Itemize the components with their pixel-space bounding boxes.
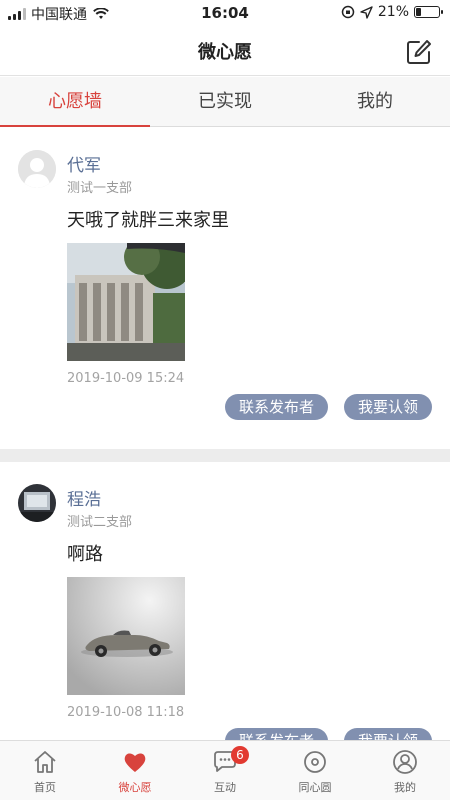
claim-wish-button[interactable]: 我要认领 (343, 728, 432, 740)
author-branch: 测试一支部 (67, 181, 133, 196)
wish-feed[interactable]: 代军 测试一支部 天哦了就胖三来家里 2019-10-09 15:24 联系发布… (0, 128, 450, 740)
signal-icon (8, 8, 26, 20)
location-icon (360, 5, 373, 19)
nav-bar: 微心愿 (0, 26, 450, 76)
tabbar-wish[interactable]: 微心愿 (90, 741, 180, 800)
tab-strip: 心愿墙 已实现 我的 (0, 77, 450, 127)
heart-icon (124, 753, 146, 772)
contact-publisher-button[interactable]: 联系发布者 (224, 394, 328, 420)
post-timestamp: 2019-10-09 15:24 (67, 371, 185, 386)
author-branch: 测试二支部 (67, 515, 133, 530)
wish-card-header: 程浩 测试二支部 (0, 462, 450, 532)
tab-fulfilled[interactable]: 已实现 (150, 77, 300, 126)
wish-photo[interactable] (67, 243, 185, 361)
wish-content: 啊路 (67, 544, 103, 565)
wish-card-header: 代军 测试一支部 (0, 128, 450, 198)
tabbar-interact[interactable]: 6 互动 (180, 741, 270, 800)
post-timestamp: 2019-10-08 11:18 (67, 705, 185, 720)
tabbar-home[interactable]: 首页 (0, 741, 90, 800)
circle-icon (304, 751, 326, 773)
tab-wish-wall[interactable]: 心愿墙 (0, 77, 150, 127)
avatar[interactable] (18, 150, 56, 188)
tabbar-label: 同心圆 (298, 781, 332, 794)
default-avatar-icon (18, 150, 56, 188)
battery-icon (414, 6, 443, 18)
wish-photo[interactable] (67, 577, 185, 695)
tabbar-me[interactable]: 我的 (360, 741, 450, 800)
notification-badge: 6 (231, 746, 249, 764)
battery-percent: 21% (377, 4, 409, 20)
wifi-icon (93, 8, 109, 19)
home-icon (34, 751, 56, 773)
author-name[interactable]: 程浩 (67, 485, 101, 510)
tabbar-label: 首页 (34, 781, 56, 794)
carrier-name: 中国联通 (31, 7, 87, 23)
orientation-lock-icon (341, 5, 355, 19)
status-bar: 中国联通 16:04 21% (0, 0, 450, 26)
wish-content: 天哦了就胖三来家里 (67, 210, 229, 231)
wish-card: 程浩 测试二支部 啊路 2019-10-08 11:18 联系发布者 我要认领 (0, 449, 450, 740)
edit-icon[interactable] (406, 39, 432, 65)
contact-publisher-button[interactable]: 联系发布者 (224, 728, 328, 740)
user-icon (393, 750, 417, 774)
claim-wish-button[interactable]: 我要认领 (343, 394, 432, 420)
wish-card: 代军 测试一支部 天哦了就胖三来家里 2019-10-09 15:24 联系发布… (0, 128, 450, 449)
page-title: 微心愿 (198, 42, 252, 63)
avatar[interactable] (18, 484, 56, 522)
tabbar-label: 我的 (394, 781, 416, 794)
avatar-photo (18, 484, 56, 522)
tabbar-circle[interactable]: 同心圆 (270, 741, 360, 800)
tabbar-label: 互动 (214, 781, 236, 794)
author-name[interactable]: 代军 (67, 151, 101, 176)
tabbar-label: 微心愿 (118, 781, 152, 794)
status-right: 21% (341, 4, 443, 20)
wish-actions: 联系发布者 我要认领 (0, 391, 450, 449)
status-left: 中国联通 (8, 4, 109, 24)
tab-mine[interactable]: 我的 (300, 77, 450, 126)
wish-actions: 联系发布者 我要认领 (0, 725, 450, 740)
bottom-tab-bar: 首页 微心愿 6 互动 同心圆 我的 (0, 740, 450, 800)
